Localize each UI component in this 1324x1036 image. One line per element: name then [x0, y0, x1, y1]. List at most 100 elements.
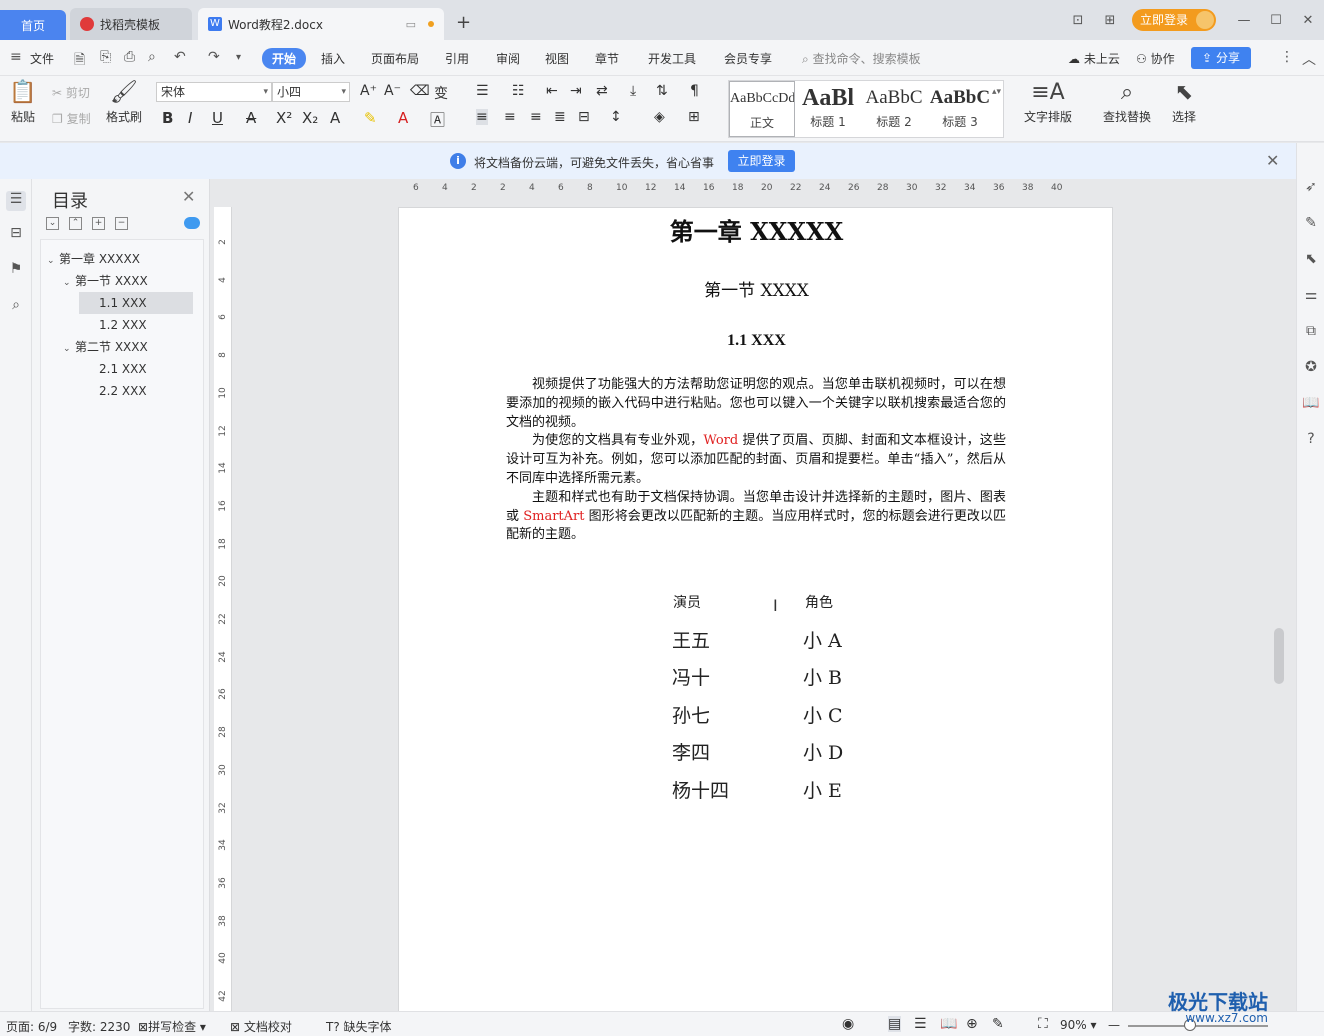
eye-protect-icon[interactable]: ◉ [842, 1016, 854, 1032]
paragraph-2[interactable]: 为使您的文档具有专业外观，Word 提供了页眉、页脚、封面和文本框设计，这些设计… [506, 432, 1006, 488]
add-heading-icon[interactable]: + [92, 217, 105, 230]
cast-header-actor[interactable]: 演员 [673, 592, 701, 612]
more-icon[interactable]: ⋮ [1280, 49, 1294, 65]
chapter-heading[interactable]: 第一章 XXXXX [399, 212, 1114, 247]
login-button[interactable]: 立即登录 [1131, 9, 1216, 31]
decrease-indent-icon[interactable]: ⇤ [546, 83, 558, 99]
ai-outline-icon[interactable] [184, 217, 200, 229]
collapse-ribbon-icon[interactable]: ︿ [1302, 49, 1316, 69]
line-spacing-icon[interactable]: ↕ [610, 109, 622, 125]
style-heading-1[interactable]: AaBl 标题 1 [795, 81, 861, 137]
tab-document[interactable]: W Word教程2.docx ▭ [198, 8, 444, 40]
write-view-icon[interactable]: ✎ [992, 1016, 1004, 1032]
print-icon[interactable]: ⎙ [124, 49, 135, 65]
paragraph-3[interactable]: 主题和样式也有助于文档保持协调。当您单击设计并选择新的主题时，图片、图表或 Sm… [506, 489, 1006, 545]
chapter-nav-icon[interactable]: ⊟ [6, 225, 26, 245]
text-effect-icon[interactable]: A [330, 109, 340, 127]
phonetic-icon[interactable]: 变 [434, 83, 448, 103]
outline-item-2-2[interactable]: 2.2 XXX [79, 380, 193, 402]
body-text[interactable]: 视频提供了功能强大的方法帮助您证明您的观点。当您单击联机视频时，可以在想要添加的… [506, 376, 1006, 545]
fit-page-icon[interactable]: ⛶ [1038, 1016, 1048, 1032]
book-icon[interactable]: 📖 [1302, 395, 1320, 411]
bold-icon[interactable]: B [162, 109, 173, 127]
minimize-icon[interactable]: — [1228, 13, 1260, 28]
menu-view[interactable]: 视图 [545, 50, 569, 67]
zoom-select[interactable]: 90% ▾ [1060, 1018, 1097, 1032]
tab-home[interactable]: 首页 [0, 10, 66, 40]
cast-actor[interactable]: 王五 [672, 626, 710, 653]
shading-icon[interactable]: ◈ [654, 109, 665, 125]
paste-button[interactable]: 📋 粘贴 [6, 80, 40, 125]
export-pdf-icon[interactable]: ⎘ [100, 49, 111, 65]
hamburger-icon[interactable]: ≡ [10, 49, 22, 65]
compass-icon[interactable]: ✪ [1302, 359, 1320, 375]
cast-actor[interactable]: 李四 [672, 738, 710, 765]
format-painter-button[interactable]: 🖌 格式刷 [104, 80, 144, 125]
superscript-icon[interactable]: X² [276, 109, 292, 127]
web-view-icon[interactable]: ⊕ [966, 1016, 978, 1032]
outline-item-section-2[interactable]: ⌄ 第二节 XXXX [63, 336, 197, 358]
distributed-icon[interactable]: ⊟ [578, 109, 590, 125]
reading-view-icon[interactable]: 📖 [940, 1016, 957, 1032]
share-button[interactable]: ⇪ 分享 [1191, 47, 1251, 69]
collab-button[interactable]: ⚇ 协作 [1136, 50, 1175, 67]
maximize-icon[interactable]: ☐ [1260, 13, 1292, 28]
cast-actor[interactable]: 孙七 [672, 701, 710, 728]
outline-close-icon[interactable]: ✕ [182, 187, 195, 206]
align-left-icon[interactable]: ≡ [476, 109, 488, 125]
image-tool-icon[interactable]: ⧉ [1302, 323, 1320, 339]
show-marks-icon[interactable]: ¶ [690, 83, 699, 99]
collapse-all-icon[interactable]: ⌃ [69, 217, 82, 230]
notice-login-button[interactable]: 立即登录 [728, 150, 795, 172]
help-icon[interactable]: ? [1302, 431, 1320, 447]
remove-heading-icon[interactable]: − [115, 217, 128, 230]
menu-chapter[interactable]: 章节 [595, 50, 619, 67]
cast-role[interactable]: 小 C [803, 701, 843, 728]
page-view-icon[interactable]: ▤ [888, 1016, 902, 1032]
zoom-slider[interactable] [1128, 1025, 1268, 1027]
close-icon[interactable]: ✕ [1292, 13, 1324, 28]
paragraph-1[interactable]: 视频提供了功能强大的方法帮助您证明您的观点。当您单击联机视频时，可以在想要添加的… [506, 376, 1006, 432]
outline-view-icon[interactable]: ☰ [914, 1016, 927, 1032]
clear-format-icon[interactable]: ⌫ [410, 83, 430, 99]
style-heading-3[interactable]: AaBbC 标题 3 [927, 81, 993, 137]
document-page[interactable]: 第一章 XXXXX 第一节 XXXX 1.1 XXX 视频提供了功能强大的方法帮… [398, 207, 1113, 1011]
text-direction-icon[interactable]: ⤓ [630, 83, 636, 99]
vertical-scrollbar[interactable] [1274, 628, 1284, 684]
numbering-icon[interactable]: ☷ [512, 83, 525, 99]
menu-file[interactable]: 文件 [30, 50, 54, 67]
cast-header-role[interactable]: 角色 [805, 592, 833, 612]
rocket-icon[interactable]: ➶ [1302, 179, 1320, 195]
bullets-icon[interactable]: ☰ [476, 83, 489, 99]
borders-icon[interactable]: ⊞ [688, 109, 700, 125]
menu-insert[interactable]: 插入 [321, 50, 345, 67]
zoom-out-icon[interactable]: — [1108, 1018, 1120, 1032]
chevron-down-icon[interactable]: ⌄ [63, 338, 75, 360]
copy-button[interactable]: ❐ 复制 [52, 110, 91, 127]
missing-font-button[interactable]: T? 缺失字体 [326, 1018, 392, 1035]
cast-role[interactable]: 小 A [803, 626, 842, 653]
font-name-select[interactable]: 宋体 [156, 82, 272, 102]
chevron-down-icon[interactable]: ⌄ [63, 272, 75, 294]
style-normal[interactable]: AaBbCcDd 正文 [729, 81, 795, 137]
outline-item-1-1[interactable]: 1.1 XXX [79, 292, 193, 314]
apps-grid-icon[interactable]: ⊞ [1094, 13, 1126, 28]
strikethrough-icon[interactable]: A [246, 109, 256, 127]
proofread-button[interactable]: ⊠ 文档校对 [230, 1018, 292, 1035]
outline-item-chapter-1[interactable]: ⌄ 第一章 XXXXX [47, 248, 197, 270]
menu-member[interactable]: 会员专享 [724, 50, 772, 67]
tab-find-template[interactable]: 找稻壳模板 [70, 8, 192, 40]
select-button[interactable]: ⬉ 选择 [1166, 80, 1202, 125]
menu-references[interactable]: 引用 [445, 50, 469, 67]
save-icon[interactable]: 🗎 [74, 49, 85, 73]
cast-actor[interactable]: 冯十 [672, 663, 710, 690]
menu-page-layout[interactable]: 页面布局 [371, 50, 419, 67]
char-border-icon[interactable]: 🄰 [430, 109, 445, 130]
menu-review[interactable]: 审阅 [496, 50, 520, 67]
sliders-icon[interactable]: ⚌ [1302, 287, 1320, 303]
chinese-layout-icon[interactable]: ⇄ [596, 83, 608, 99]
spell-check-button[interactable]: ⊠拼写检查 ▾ [138, 1018, 206, 1035]
cast-actor[interactable]: 杨十四 [672, 776, 729, 803]
section-heading[interactable]: 第一节 XXXX [399, 276, 1114, 301]
menu-start[interactable]: 开始 [262, 48, 307, 69]
